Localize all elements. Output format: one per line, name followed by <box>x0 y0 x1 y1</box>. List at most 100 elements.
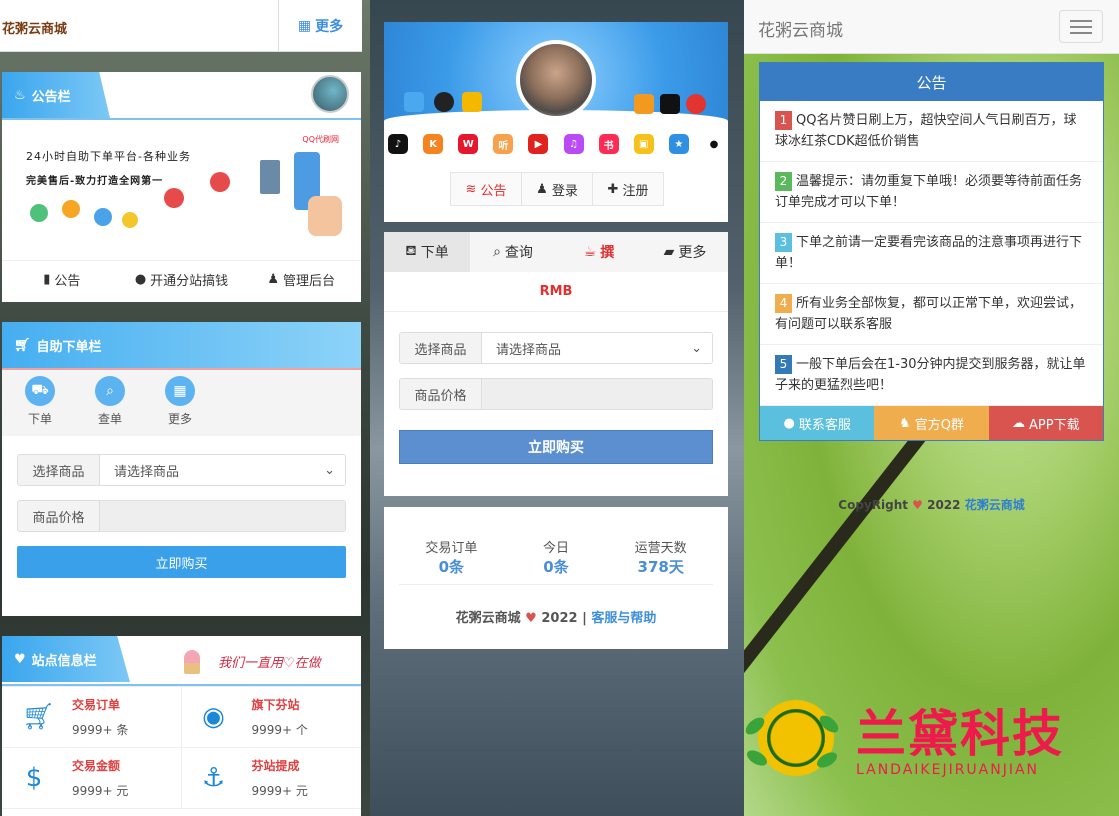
app-download-button[interactable]: ☁ APP下载 <box>988 406 1103 440</box>
profile-hero: ♪ K W 听 ▶ ♫ 书 ▣ ★ ● ≋ 公告 ♟ 登录 ✚ 注册 <box>384 22 728 222</box>
video-icon[interactable]: ▶ <box>528 134 549 154</box>
shopping-bag-icon: ⛾ <box>405 243 417 259</box>
notice-item: 4 所有业务全部恢复，都可以正常下单，欢迎尝试，有问题可以联系客服 <box>760 284 1103 345</box>
calculator-icon <box>260 160 280 194</box>
order-title: 自助下单栏 <box>36 339 102 355</box>
star-app-icon[interactable]: ★ <box>668 134 689 154</box>
ting-icon[interactable]: 听 <box>493 134 514 154</box>
tab-earn[interactable]: ☕ 撰 <box>556 232 642 272</box>
contact-service-button[interactable]: ● 联系客服 <box>760 406 875 440</box>
copyright-link[interactable]: 花粥云商城 <box>965 498 1025 512</box>
nav-notice-label: 公告 <box>480 183 507 199</box>
xiaohongshu-icon[interactable]: 书 <box>598 134 619 154</box>
avatar[interactable] <box>311 75 349 113</box>
tiktok-icon[interactable]: ♪ <box>388 134 408 154</box>
footer-brand: 花粥云商城 <box>455 611 521 626</box>
nav-notice[interactable]: ≋ 公告 <box>451 173 522 205</box>
promo-banner: 24小时自助下单平台-各种业务 完美售后-致力打造全网第一 QQ代刷网 <box>2 120 361 260</box>
notice-links: ▮ 公告 ● 开通分站搞钱 ♟ 管理后台 <box>2 260 361 298</box>
tab-query-label: 查单 <box>97 412 122 426</box>
heart-icon: ♥ <box>525 611 537 626</box>
watermark-logo <box>752 694 840 782</box>
notice-tag: ♨ 公告栏 <box>2 72 110 118</box>
watermark: 兰黛科技 LANDAIKEJIRUANJIAN <box>744 690 1119 790</box>
buy-button[interactable]: 立即购买 <box>399 430 713 464</box>
slogan: 我们一直用♡在做 <box>218 656 321 671</box>
order-form: 选择商品 请选择商品 ⌄ 商品价格 立即购买 <box>2 436 361 596</box>
product-select-value: 请选择商品 <box>496 342 562 358</box>
star-icon <box>62 200 80 218</box>
star-icon-2 <box>122 212 138 228</box>
order-header: 🛒︎ 自助下单栏 <box>2 322 361 370</box>
link-admin[interactable]: ♟ 管理后台 <box>241 261 361 298</box>
tab-order[interactable]: ⛾ 下单 <box>384 232 470 272</box>
hand-icon <box>308 196 342 236</box>
link-notice[interactable]: ▮ 公告 <box>2 261 122 298</box>
site-brand[interactable]: 花粥云商城 <box>758 16 843 41</box>
heart-icon: ♥ <box>912 498 923 512</box>
grid-icon: ▦ <box>297 18 312 34</box>
stat-substations-value: 9999+ 个 <box>251 723 308 737</box>
order-panel: 🛒︎ 自助下单栏 ⛟ 下单 ⌕ 查单 ▦ 更多 选择商品 请选择商品 ⌄ 商品价格 立即… <box>2 322 361 616</box>
tab-more-label: 更多 <box>678 245 707 261</box>
search-icon: ⌕ <box>95 376 125 406</box>
hero-nav: ≋ 公告 ♟ 登录 ✚ 注册 <box>450 172 664 206</box>
nav-register[interactable]: ✚ 注册 <box>593 173 663 205</box>
notice-panel: ♨ 公告栏 24小时自助下单平台-各种业务 完美售后-致力打造全网第一 QQ代刷… <box>2 72 361 302</box>
help-link[interactable]: 客服与帮助 <box>591 611 656 626</box>
cart-icon: 🛒︎ <box>22 702 56 732</box>
qq-penguin-icon: ● <box>783 415 795 431</box>
link-substation[interactable]: ● 开通分站搞钱 <box>122 261 242 298</box>
profile-avatar[interactable] <box>516 40 596 120</box>
site-brand[interactable]: 花粥云商城 <box>2 18 67 37</box>
stat-orders-label: 交易订单 <box>425 541 478 556</box>
product-select[interactable]: 请选择商品 ⌄ <box>100 455 345 485</box>
nav-login[interactable]: ♟ 登录 <box>522 173 593 205</box>
notice-item: 1 QQ名片赞日刷上万，超快空间人气日刷百万，球球冰红茶CDK超低价销售 <box>760 101 1103 162</box>
tab-earn-label: 撰 <box>600 245 615 261</box>
contact-service-label: 联系客服 <box>798 417 851 433</box>
music-icon[interactable]: ♫ <box>563 134 584 154</box>
app-download-label: APP下载 <box>1029 417 1080 433</box>
number-badge: 1 <box>775 111 792 130</box>
crown-icon <box>94 208 112 226</box>
nav-login-label: 登录 <box>551 183 578 199</box>
number-badge: 4 <box>775 294 792 313</box>
more-menu-button[interactable]: ▦ 更多 <box>278 0 362 52</box>
qq-icon[interactable]: ● <box>703 134 724 154</box>
notice-panel: 公告 1 QQ名片赞日刷上万，超快空间人气日刷百万，球球冰红茶CDK超低价销售 2 温… <box>759 62 1104 441</box>
footer-year: 2022 <box>541 611 578 626</box>
globe-icon: ◉ <box>202 702 225 732</box>
tab-query[interactable]: ⌕ 查单 <box>86 376 134 436</box>
link-notice-label: 公告 <box>54 274 81 289</box>
game-icon[interactable]: ▣ <box>633 134 654 154</box>
stat-today: 今日 0条 <box>504 537 609 584</box>
plus-icon: ✚ <box>607 181 619 197</box>
tab-more[interactable]: ▦ 更多 <box>156 376 204 436</box>
tab-order-label: 下单 <box>420 245 449 261</box>
user-icon: ♟ <box>267 272 279 287</box>
buy-button[interactable]: 立即购买 <box>17 546 346 578</box>
number-badge: 3 <box>775 233 792 252</box>
stat-substations: ◉ 旗下芬站 9999+ 个 <box>181 687 361 748</box>
menu-toggle-icon[interactable] <box>1059 10 1103 43</box>
qq-group-button[interactable]: ♞ 官方Q群 <box>874 406 989 440</box>
tab-query-label: 查询 <box>504 245 533 261</box>
product-select[interactable]: 请选择商品 ⌄ <box>482 333 712 363</box>
icecream-icon <box>184 650 200 674</box>
banner-logo: QQ代刷网 <box>302 135 339 144</box>
tab-query[interactable]: ⌕ 查询 <box>470 232 556 272</box>
stat-commission-value: 9999+ 元 <box>251 784 308 798</box>
weibo-icon[interactable]: W <box>458 134 479 154</box>
notice-list: 1 QQ名片赞日刷上万，超快空间人气日刷百万，球球冰红茶CDK超低价销售 2 温馨提示… <box>760 101 1103 406</box>
order-form: 选择商品 请选择商品 ⌄ 商品价格 立即购买 <box>384 312 728 484</box>
stat-today-label: 今日 <box>543 541 570 556</box>
kuaishou-icon[interactable]: K <box>423 134 444 154</box>
number-badge: 2 <box>775 172 792 191</box>
stat-days: 运营天数 378天 <box>608 537 713 584</box>
tab-more[interactable]: ▰ 更多 <box>642 232 728 272</box>
grid-icon: ▦ <box>165 376 195 406</box>
diamond-icon <box>30 204 48 222</box>
tab-order[interactable]: ⛟ 下单 <box>16 376 64 436</box>
notice-item: 2 温馨提示：请勿重复下单哦！必须要等待前面任务订单完成才可以下单！ <box>760 162 1103 223</box>
